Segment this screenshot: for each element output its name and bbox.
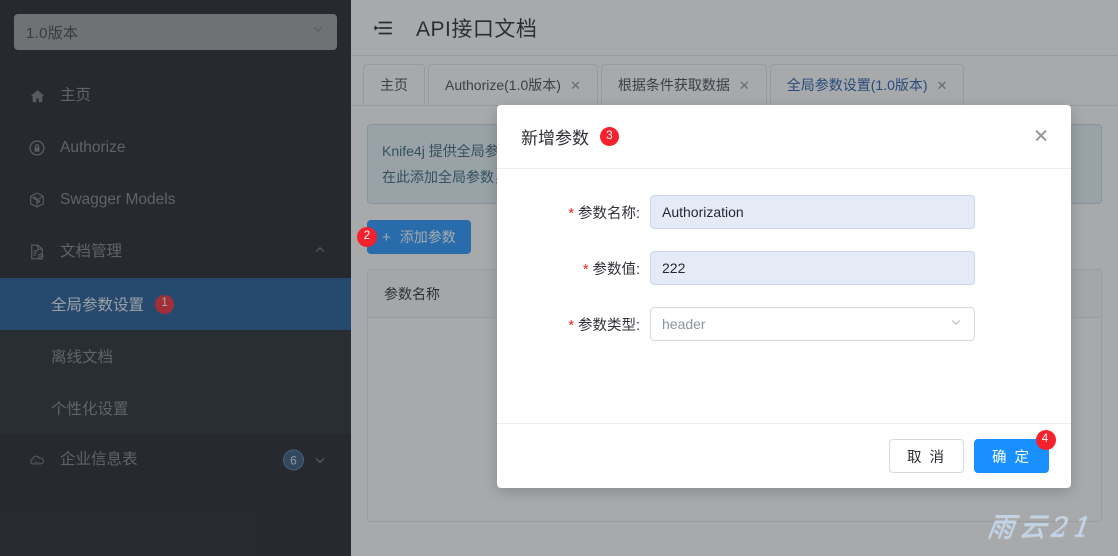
required-asterisk: * [568,317,574,334]
step-marker-2: 2 [357,227,377,247]
dialog-title: 新增参数 [521,129,589,148]
form-row-param-value: * 参数值: 222 [497,251,1071,285]
label-text: 参数类型: [577,317,640,334]
dialog-footer: 取 消 4 确 定 [497,423,1071,488]
param-value-value: 222 [662,260,686,276]
cancel-label: 取 消 [906,449,946,466]
param-type-value: header [662,316,706,332]
param-name-label: * 参数名称: [497,202,650,223]
param-value-label: * 参数值: [497,258,650,279]
confirm-label: 确 定 [991,449,1031,466]
param-name-input[interactable]: Authorization [650,195,975,229]
step-marker-4: 4 [1036,430,1056,450]
required-asterisk: * [582,261,589,278]
app-root: API接口文档 主页 Authorize(1.0版本) ✕ 根据条件获取数据 ✕… [0,0,1118,556]
param-type-select[interactable]: header [650,307,975,341]
close-icon[interactable]: ✕ [1033,127,1049,146]
param-name-value: Authorization [662,204,744,220]
add-parameter-dialog: 新增参数 3 ✕ * 参数名称: Authorization * 参数值: 222 [497,105,1071,488]
watermark: 雨云21 [985,512,1098,543]
dialog-header: 新增参数 3 ✕ [497,105,1071,169]
dialog-body: *参数名称: Authorization *参数值: 222 *参数类型: [497,169,1071,423]
confirm-button[interactable]: 4 确 定 [973,430,1056,473]
step-marker-3: 3 [600,127,619,146]
cancel-button[interactable]: 取 消 [888,439,964,473]
form-row-param-type: * 参数类型: header [497,307,1071,341]
param-type-label: * 参数类型: [497,314,650,335]
label-text: 参数名称: [577,205,640,222]
label-text: 参数值: [592,261,640,278]
required-asterisk: * [568,205,574,222]
chevron-down-icon [949,316,963,333]
form-row-param-name: * 参数名称: Authorization [497,195,1071,229]
param-value-input[interactable]: 222 [650,251,975,285]
